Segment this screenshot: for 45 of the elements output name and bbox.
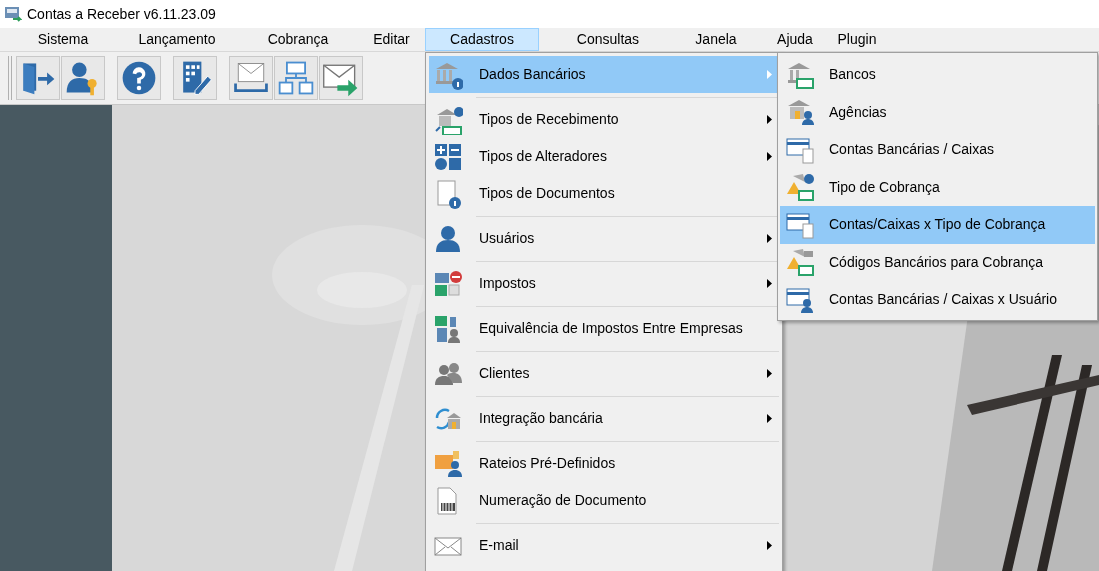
menu-item[interactable]: Sistema (10, 28, 116, 51)
menu-item[interactable]: Consultas (539, 28, 677, 51)
menu-item[interactable]: Usuários (429, 220, 779, 257)
toolbar-button[interactable] (173, 56, 217, 100)
menu-item[interactable]: Dados Bancários (429, 56, 779, 93)
toolbar-button[interactable] (117, 56, 161, 100)
submenu-item[interactable]: Contas/Caixas x Tipo de Cobrança (780, 206, 1095, 244)
tax-company-icon (433, 313, 463, 344)
menu-item[interactable]: Rateios Pré-Definidos (429, 445, 779, 482)
tax-table-icon (433, 268, 463, 299)
menu-item[interactable]: Integração bancária (429, 400, 779, 437)
submenu-item[interactable]: Agências (780, 93, 1095, 131)
menu-item[interactable]: Tipos de Recebimento (429, 101, 779, 138)
submenu-item[interactable]: Bancos (780, 56, 1095, 94)
toolbar-button[interactable] (319, 56, 363, 100)
menu-item[interactable]: Numeração de Documento (429, 482, 779, 519)
window-title: Contas a Receber v6.11.23.09 (27, 4, 216, 24)
menu-item[interactable]: Equivalência de Impostos Entre Empresas (429, 310, 779, 347)
toolbar-button[interactable] (61, 56, 105, 100)
menu-item[interactable]: Janela (677, 28, 755, 51)
menu-item[interactable]: Clientes (429, 355, 779, 392)
user-icon (433, 223, 463, 254)
menu-item[interactable]: Plugin (835, 28, 879, 51)
submenu-item[interactable]: Contas Bancárias / Caixas x Usuário (780, 281, 1095, 319)
menu-item[interactable]: Tipos de Alteradores (429, 138, 779, 175)
percent-share-icon (433, 448, 463, 479)
submenu-item[interactable]: Tipo de Cobrança (780, 168, 1095, 206)
menu-item[interactable]: Editar (358, 28, 425, 51)
menu-item[interactable]: Ajuda (755, 28, 835, 51)
warning-cash-icon (785, 172, 815, 203)
toolbar-button[interactable] (274, 56, 318, 100)
menu-item[interactable]: Impostos (429, 265, 779, 302)
toolbar-button[interactable] (229, 56, 273, 100)
menu-item[interactable]: Lançamento (116, 28, 238, 51)
toolbar-button[interactable] (16, 56, 60, 100)
menu-item[interactable]: Cadastros (425, 28, 539, 51)
menu-item[interactable]: E-mail (429, 527, 779, 564)
warning-cash-icon (785, 247, 815, 278)
submenu-item[interactable]: Contas Bancárias / Caixas (780, 131, 1095, 169)
math-grid-icon (433, 141, 463, 172)
submenu-item[interactable]: Códigos Bancários para Cobrança (780, 243, 1095, 281)
menu-item[interactable]: Tipos de Documentos (429, 175, 779, 212)
app-icon (4, 5, 22, 23)
menu-item[interactable]: Cobrança (238, 28, 358, 51)
bank-cash-icon (433, 104, 463, 135)
